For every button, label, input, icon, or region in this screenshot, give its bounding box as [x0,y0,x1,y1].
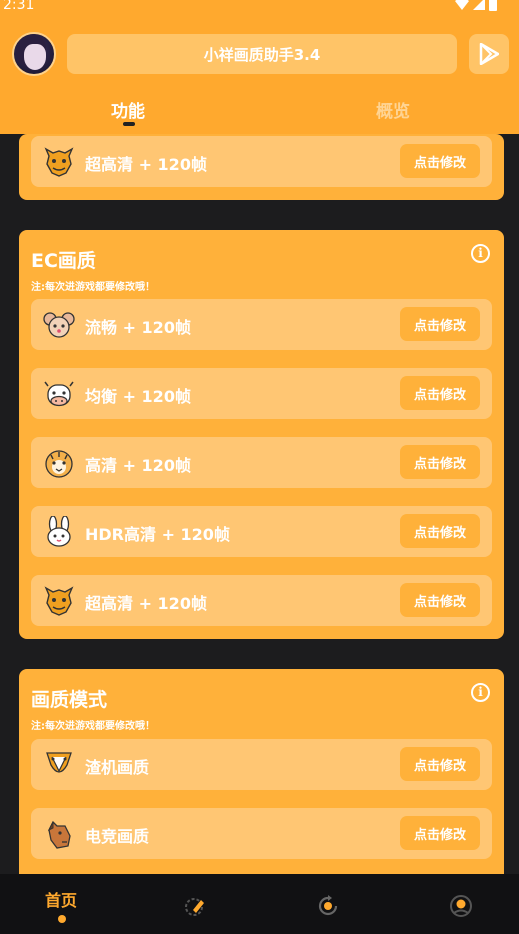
mouse-icon [43,312,75,338]
play-icon [479,43,499,65]
nav-profile[interactable] [421,874,501,934]
card-title: EC画质 [31,250,96,272]
row-label: 高清 + 120帧 [85,456,191,475]
list-item[interactable]: 超高清 + 120帧 点击修改 [31,575,492,626]
app-header: 2:31 小祥画质助手3.4 功能 概览 [0,0,519,134]
edit-icon [185,898,204,916]
quality-mode-card: 画质模式 注:每次进游戏都要修改哦！ i 渣机画质 点击修改 电竞画质 点击修改 [19,669,504,884]
nav-refresh[interactable] [288,874,368,934]
tab-overview[interactable]: 概览 [343,97,443,122]
status-time: 2:31 [3,0,35,13]
list-item[interactable]: HDR高清 + 120帧 点击修改 [31,506,492,557]
tiger-icon [45,450,73,478]
card-title: 画质模式 [31,689,108,711]
horse-icon [47,820,71,849]
list-item[interactable]: 均衡 + 120帧 点击修改 [31,368,492,419]
modify-button[interactable]: 点击修改 [400,445,480,479]
modify-button[interactable]: 点击修改 [400,144,480,178]
tab-bar: 功能 概览 [0,92,519,134]
cow-icon [44,381,74,407]
row-label: 电竞画质 [85,827,150,846]
modify-button[interactable]: 点击修改 [400,747,480,781]
dragon-icon [44,586,74,616]
info-icon[interactable]: i [471,244,490,263]
refresh-icon [318,895,338,916]
snake-icon [46,752,72,773]
row-label: 超高清 + 120帧 [85,155,207,174]
signal-icon [473,0,485,14]
avatar[interactable] [12,32,56,76]
list-item[interactable]: 渣机画质 点击修改 [31,739,492,790]
tab-functions[interactable]: 功能 [78,97,178,122]
rabbit-icon [47,516,71,547]
row-label: 流畅 + 120帧 [85,318,191,337]
tab-indicator [123,122,135,126]
nav-home[interactable]: 首页 [21,874,101,934]
battery-icon [489,0,497,14]
modify-button[interactable]: 点击修改 [400,583,480,617]
row-label: 渣机画质 [85,758,150,777]
card-note: 注:每次进游戏都要修改哦！ [31,282,155,293]
wifi-icon [455,0,469,14]
list-item[interactable]: 超高清 + 120帧 点击修改 [31,136,492,187]
row-label: 均衡 + 120帧 [85,387,191,406]
modify-button[interactable]: 点击修改 [400,376,480,410]
list-item[interactable]: 电竞画质 点击修改 [31,808,492,859]
status-bar: 2:31 [0,0,519,14]
info-icon[interactable]: i [471,683,490,702]
modify-button[interactable]: 点击修改 [400,307,480,341]
bottom-nav: 首页 [0,874,519,934]
nav-edit[interactable] [155,874,235,934]
play-button[interactable] [469,34,509,74]
nav-active-dot [58,915,66,923]
partial-quality-card: 超高清 + 120帧 点击修改 [19,134,504,200]
nav-home-label: 首页 [44,891,77,910]
user-icon [450,895,472,917]
ec-quality-card: EC画质 注:每次进游戏都要修改哦！ i 流畅 + 120帧 点击修改 均衡 +… [19,230,504,639]
app-title: 小祥画质助手3.4 [67,34,457,74]
modify-button[interactable]: 点击修改 [400,514,480,548]
card-note: 注:每次进游戏都要修改哦！ [31,721,155,732]
list-item[interactable]: 高清 + 120帧 点击修改 [31,437,492,488]
dragon-icon [44,147,74,177]
row-label: 超高清 + 120帧 [85,594,207,613]
list-item[interactable]: 流畅 + 120帧 点击修改 [31,299,492,350]
status-icons [455,0,497,14]
modify-button[interactable]: 点击修改 [400,816,480,850]
row-label: HDR高清 + 120帧 [85,525,230,544]
